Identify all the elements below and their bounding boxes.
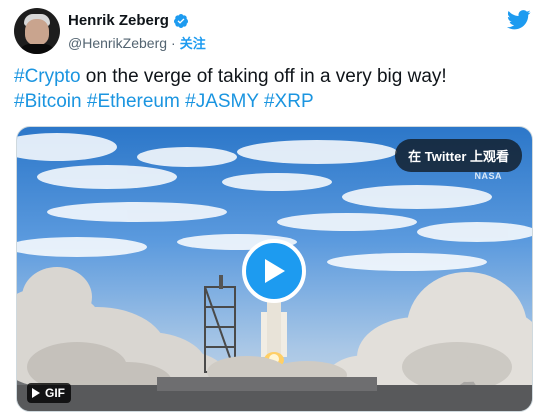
play-button[interactable] xyxy=(242,239,306,303)
hashtag-jasmy[interactable]: #JASMY xyxy=(185,91,259,112)
hashtag-bitcoin[interactable]: #Bitcoin xyxy=(14,91,82,112)
gif-badge[interactable]: GIF xyxy=(27,383,71,403)
hashtag-ethereum[interactable]: #Ethereum xyxy=(87,91,180,112)
separator-dot: · xyxy=(171,34,176,51)
tweet-text: #Crypto on the verge of taking off in a … xyxy=(14,64,534,114)
follow-link[interactable]: 关注 xyxy=(180,33,206,52)
author-handle-row: @HenrikZeberg · 关注 xyxy=(68,33,206,52)
tweet-header: Henrik Zeberg @HenrikZeberg · 关注 xyxy=(14,6,535,56)
twitter-bird-icon[interactable] xyxy=(507,10,531,30)
play-small-icon xyxy=(32,388,40,398)
author-name-row[interactable]: Henrik Zeberg xyxy=(68,12,189,29)
verified-badge-icon xyxy=(173,13,188,28)
avatar[interactable] xyxy=(14,8,60,54)
author-handle[interactable]: @HenrikZeberg xyxy=(68,35,167,51)
author-display-name[interactable]: Henrik Zeberg xyxy=(68,12,169,29)
tweet-text-body: on the verge of taking off in a very big… xyxy=(80,66,447,87)
gif-media[interactable]: 在 Twitter 上观看 NASA GIF xyxy=(16,126,533,412)
nasa-watermark: NASA xyxy=(474,171,502,181)
view-on-twitter-button[interactable]: 在 Twitter 上观看 xyxy=(395,139,522,172)
hashtag-crypto[interactable]: #Crypto xyxy=(14,66,81,87)
tweet-embed: Henrik Zeberg @HenrikZeberg · 关注 #Crypto… xyxy=(0,0,549,419)
hashtag-xrp[interactable]: #XRP xyxy=(264,91,314,112)
play-icon xyxy=(265,259,285,283)
gif-label: GIF xyxy=(45,386,65,400)
